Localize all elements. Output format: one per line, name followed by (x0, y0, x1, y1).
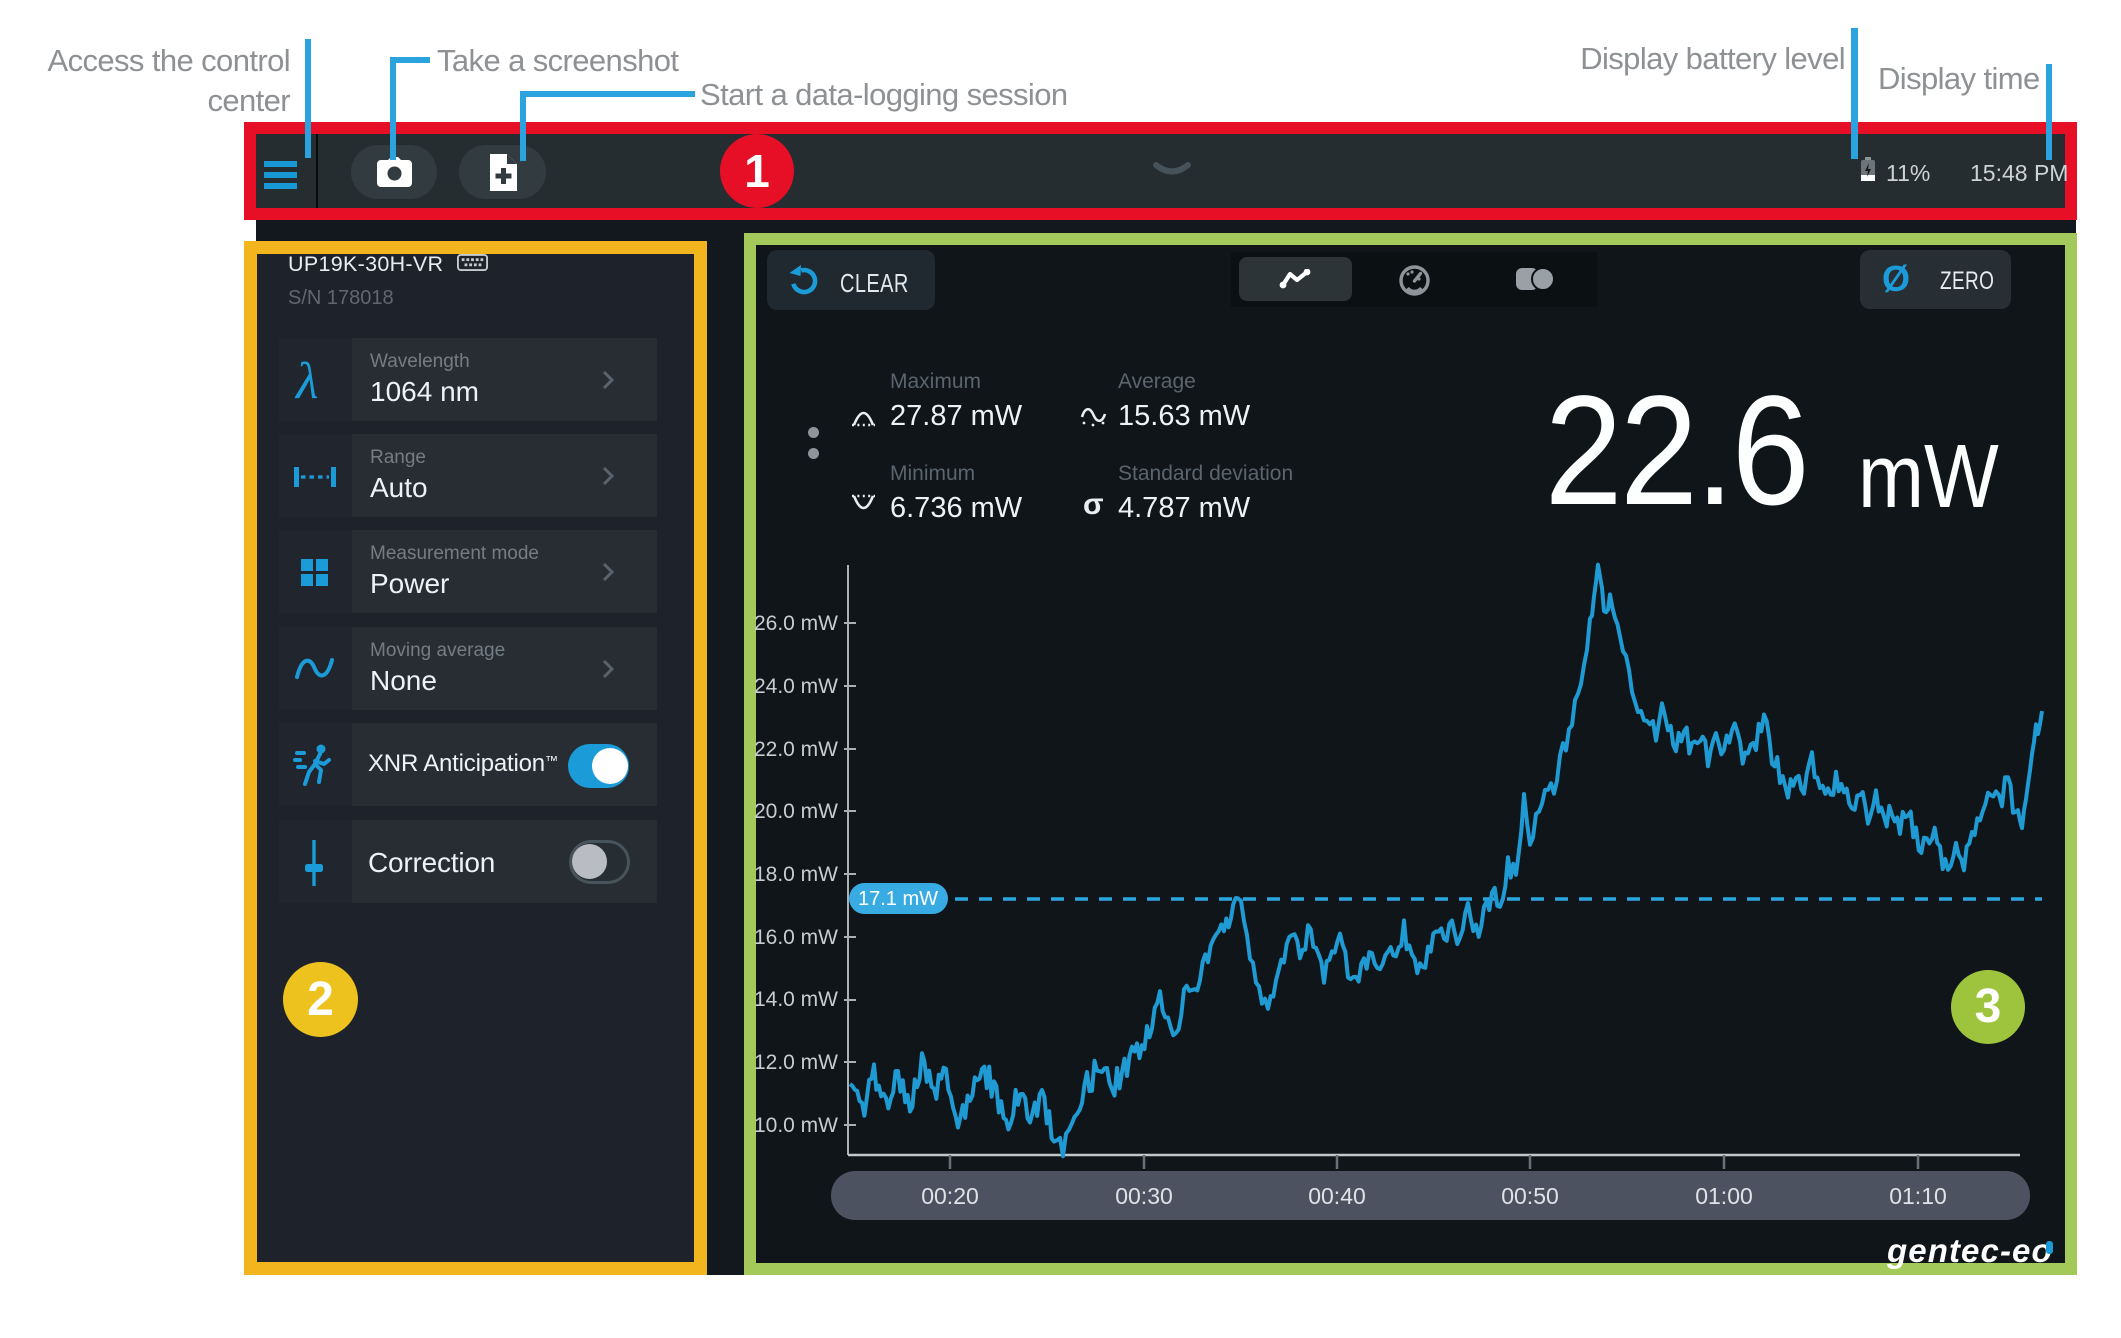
svg-text:12.0 mW: 12.0 mW (754, 1051, 838, 1074)
svg-text:24.0 mW: 24.0 mW (754, 675, 838, 698)
svg-text:26.0 mW: 26.0 mW (754, 612, 838, 635)
svg-text:10.0 mW: 10.0 mW (754, 1114, 838, 1137)
svg-text:20.0 mW: 20.0 mW (754, 800, 838, 823)
svg-text:16.0 mW: 16.0 mW (754, 926, 838, 949)
svg-text:18.0 mW: 18.0 mW (754, 863, 838, 886)
svg-text:22.0 mW: 22.0 mW (754, 738, 838, 761)
svg-text:14.0 mW: 14.0 mW (754, 988, 838, 1011)
svg-text:17.1 mW: 17.1 mW (858, 888, 938, 910)
